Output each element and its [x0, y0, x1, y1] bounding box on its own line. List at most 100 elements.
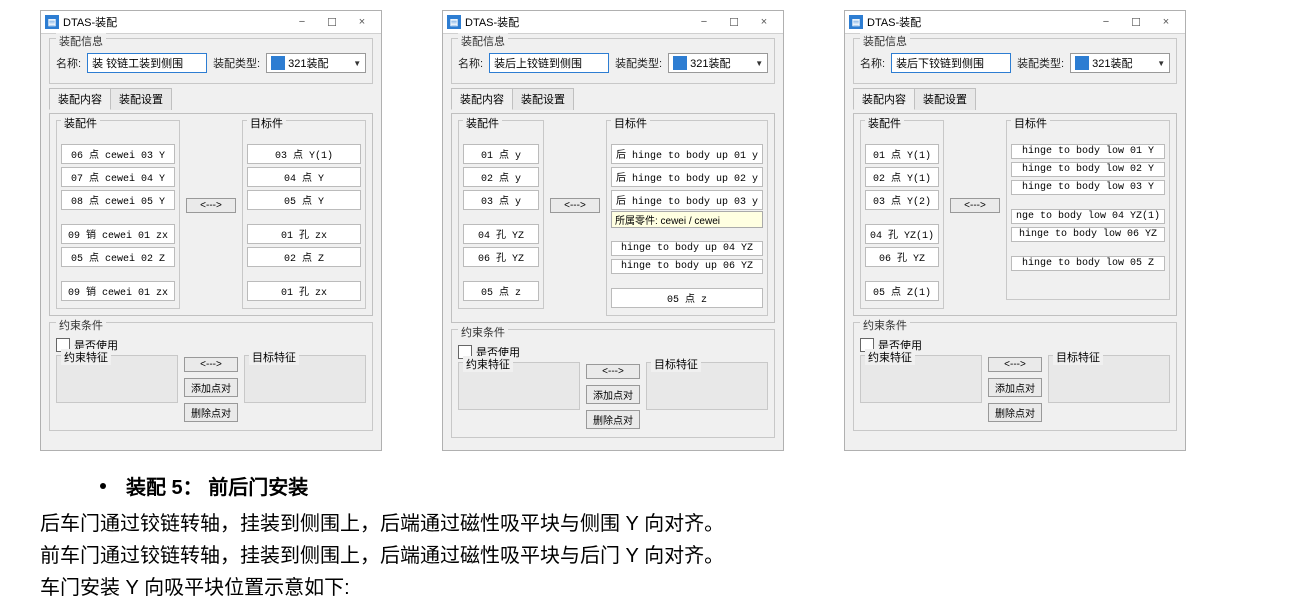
- group-constraint-title: 约束条件: [860, 317, 910, 333]
- add-pair-button[interactable]: 添加点对: [586, 385, 640, 404]
- assembly-parts-list: 01 点 Y(1) 02 点 Y(1) 03 点 Y(2) 04 孔 YZ(1) 06 …: [865, 144, 939, 301]
- list-item[interactable]: 01 孔 zx: [247, 224, 361, 244]
- add-pair-button[interactable]: 添加点对: [184, 378, 238, 397]
- type-label: 装配类型:: [615, 55, 662, 71]
- list-item[interactable]: hinge to body low 05 Z: [1011, 256, 1165, 271]
- list-item[interactable]: 02 点 Y(1): [865, 167, 939, 187]
- minimize-button[interactable]: −: [1091, 12, 1121, 32]
- add-pair-button[interactable]: 添加点对: [988, 378, 1042, 397]
- group-constraint: 约束条件 是否使用 约束特征 <---> 添加点对 删除点对: [49, 322, 373, 431]
- swap-constraint-button[interactable]: <--->: [988, 357, 1042, 372]
- list-item[interactable]: 01 点 y: [463, 144, 539, 164]
- app-icon: ▤: [849, 15, 863, 29]
- delete-pair-button[interactable]: 删除点对: [586, 410, 640, 429]
- target-feature-box: 目标特征: [1048, 355, 1170, 403]
- tab-content[interactable]: 装配内容: [451, 88, 513, 110]
- swap-button[interactable]: <--->: [950, 198, 1000, 213]
- tab-settings[interactable]: 装配设置: [512, 88, 574, 110]
- tabs: 装配内容 装配设置: [451, 88, 775, 110]
- name-label: 名称:: [56, 55, 81, 71]
- type-select[interactable]: 321装配 ▼: [668, 53, 768, 73]
- close-button[interactable]: ×: [1151, 12, 1181, 32]
- constraint-feature-title: 约束特征: [61, 349, 111, 365]
- list-item[interactable]: 01 点 Y(1): [865, 144, 939, 164]
- list-item[interactable]: hinge to body low 06 YZ: [1011, 227, 1165, 242]
- tab-content[interactable]: 装配内容: [49, 88, 111, 110]
- list-item[interactable]: 后 hinge to body up 03 y: [611, 190, 763, 210]
- target-parts-group: 目标件 03 点 Y(1)04 点 Y05 点 Y01 孔 zx02 点 Z01…: [242, 120, 366, 309]
- list-item[interactable]: 05 点 z: [611, 288, 763, 308]
- list-item[interactable]: 04 点 Y: [247, 167, 361, 187]
- list-item[interactable]: 01 孔 zx: [247, 281, 361, 301]
- maximize-button[interactable]: ☐: [317, 12, 347, 32]
- name-input[interactable]: 装后上铰链到侧围: [489, 53, 609, 73]
- name-input[interactable]: 装后下铰链到侧围: [891, 53, 1011, 73]
- list-item[interactable]: 后 hinge to body up 02 y: [611, 167, 763, 187]
- titlebar[interactable]: ▤ DTAS-装配 − ☐ ×: [41, 11, 381, 34]
- close-button[interactable]: ×: [749, 12, 779, 32]
- paragraph-3: 车门安装 Y 向吸平块位置示意如下:: [40, 572, 1260, 600]
- constraint-feature-box: 约束特征: [56, 355, 178, 403]
- list-item[interactable]: 06 孔 YZ: [463, 247, 539, 267]
- list-item[interactable]: hinge to body up 04 YZ: [611, 241, 763, 256]
- tab-settings[interactable]: 装配设置: [914, 88, 976, 110]
- target-feature-box: 目标特征: [244, 355, 366, 403]
- type-icon: [673, 56, 687, 70]
- list-item[interactable]: 03 点 y: [463, 190, 539, 210]
- delete-pair-button[interactable]: 删除点对: [184, 403, 238, 422]
- type-select[interactable]: 321装配 ▼: [266, 53, 366, 73]
- swap-button[interactable]: <--->: [550, 198, 600, 213]
- list-item[interactable]: 02 点 Z: [247, 247, 361, 267]
- maximize-button[interactable]: ☐: [1121, 12, 1151, 32]
- assembly-parts-group: 装配件 01 点 y02 点 y03 点 y04 孔 YZ06 孔 YZ05 点…: [458, 120, 544, 309]
- list-item[interactable]: hinge to body low 01 Y: [1011, 144, 1165, 159]
- maximize-button[interactable]: ☐: [719, 12, 749, 32]
- list-item[interactable]: 05 点 Y: [247, 190, 361, 210]
- list-item[interactable]: 03 点 Y(1): [247, 144, 361, 164]
- list-item[interactable]: nge to body low 04 YZ(1): [1011, 209, 1165, 224]
- type-select[interactable]: 321装配 ▼: [1070, 53, 1170, 73]
- target-parts-list: hinge to body low 01 Y hinge to body low …: [1011, 144, 1165, 271]
- window-title: DTAS-装配: [465, 14, 689, 30]
- delete-pair-button[interactable]: 删除点对: [988, 403, 1042, 422]
- group-info-title: 装配信息: [860, 33, 910, 49]
- group-info-title: 装配信息: [458, 33, 508, 49]
- app-icon: ▤: [45, 15, 59, 29]
- list-item[interactable]: 05 点 z: [463, 281, 539, 301]
- paragraph-1: 后车门通过铰链转轴，挂装到侧围上，后端通过磁性吸平块与侧围 Y 向对齐。: [40, 508, 1260, 540]
- type-value: 321装配: [690, 55, 730, 71]
- window-title: DTAS-装配: [63, 14, 287, 30]
- list-item[interactable]: 06 孔 YZ: [865, 247, 939, 267]
- close-button[interactable]: ×: [347, 12, 377, 32]
- list-item[interactable]: 04 孔 YZ: [463, 224, 539, 244]
- list-item[interactable]: 07 点 cewei 04 Y: [61, 167, 175, 187]
- name-label: 名称:: [860, 55, 885, 71]
- swap-constraint-button[interactable]: <--->: [586, 364, 640, 379]
- name-input[interactable]: 装 铰链工装到侧围: [87, 53, 207, 73]
- tab-content[interactable]: 装配内容: [853, 88, 915, 110]
- swap-constraint-button[interactable]: <--->: [184, 357, 238, 372]
- name-label: 名称:: [458, 55, 483, 71]
- list-item[interactable]: hinge to body low 03 Y: [1011, 180, 1165, 195]
- list-item[interactable]: 04 孔 YZ(1): [865, 224, 939, 244]
- list-item[interactable]: 05 点 cewei 02 Z: [61, 247, 175, 267]
- minimize-button[interactable]: −: [689, 12, 719, 32]
- tab-settings[interactable]: 装配设置: [110, 88, 172, 110]
- list-item[interactable]: 09 销 cewei 01 zx: [61, 224, 175, 244]
- list-item[interactable]: hinge to body up 06 YZ: [611, 259, 763, 274]
- minimize-button[interactable]: −: [287, 12, 317, 32]
- list-item[interactable]: 后 hinge to body up 01 y: [611, 144, 763, 164]
- list-item[interactable]: 09 销 cewei 01 zx: [61, 281, 175, 301]
- target-parts-group: 目标件 后 hinge to body up 01 y后 hinge to bo…: [606, 120, 768, 316]
- list-item[interactable]: 03 点 Y(2): [865, 190, 939, 210]
- list-item[interactable]: 05 点 Z(1): [865, 281, 939, 301]
- list-item[interactable]: 06 点 cewei 03 Y: [61, 144, 175, 164]
- swap-button[interactable]: <--->: [186, 198, 236, 213]
- list-item[interactable]: hinge to body low 02 Y: [1011, 162, 1165, 177]
- assembly-parts-group: 装配件 01 点 Y(1)02 点 Y(1)03 点 Y(2)04 孔 YZ(1…: [860, 120, 944, 309]
- list-item[interactable]: 08 点 cewei 05 Y: [61, 190, 175, 210]
- group-constraint: 约束条件 是否使用 约束特征 <---> 添加点对 删除点对: [853, 322, 1177, 431]
- titlebar[interactable]: ▤ DTAS-装配 − ☐ ×: [845, 11, 1185, 34]
- list-item[interactable]: 02 点 y: [463, 167, 539, 187]
- titlebar[interactable]: ▤ DTAS-装配 − ☐ ×: [443, 11, 783, 34]
